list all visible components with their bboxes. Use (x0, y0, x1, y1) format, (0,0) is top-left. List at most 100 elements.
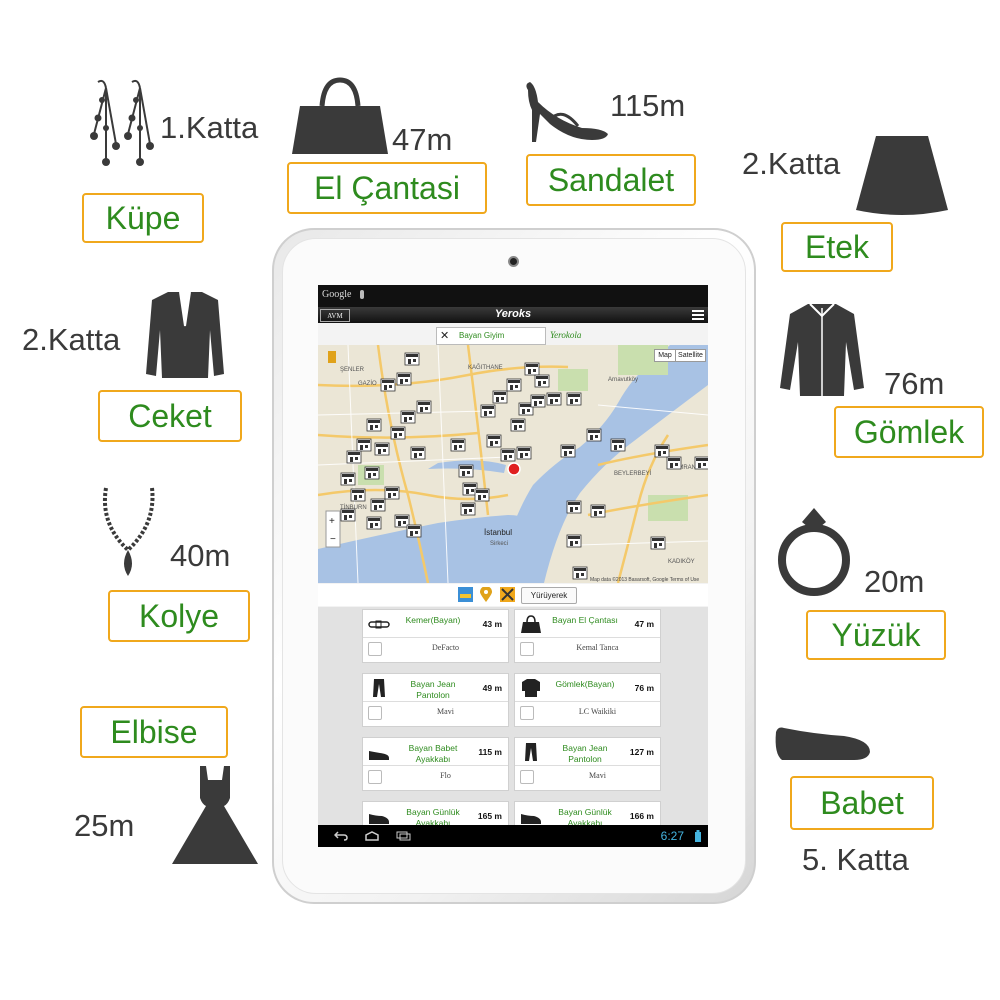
store-marker-icon[interactable] (586, 428, 602, 442)
store-marker-icon[interactable] (654, 444, 670, 458)
store-marker-icon[interactable] (400, 410, 416, 424)
result-card[interactable]: Bayan El Çantası 47 m Kemal Tanca (514, 609, 661, 663)
result-card[interactable]: Bayan Günlük Ayakkabı 166 m (514, 801, 661, 825)
store-marker-icon[interactable] (350, 488, 366, 502)
store-marker-icon[interactable] (340, 472, 356, 486)
close-icon[interactable]: ✕ (440, 330, 449, 342)
store-marker-icon[interactable] (410, 446, 426, 460)
store-marker-icon[interactable] (492, 390, 508, 404)
store-marker-icon[interactable] (380, 378, 396, 392)
store-marker-icon[interactable] (366, 516, 382, 530)
result-distance: 43 m (482, 619, 502, 629)
store-marker-icon[interactable] (370, 498, 386, 512)
result-card[interactable]: Kemer(Bayan) 43 m DeFacto (362, 609, 509, 663)
transit-icon[interactable] (458, 587, 473, 602)
back-icon[interactable] (334, 831, 348, 841)
store-marker-icon[interactable] (390, 426, 406, 440)
store-marker-icon[interactable] (566, 534, 582, 548)
store-marker-icon[interactable] (566, 500, 582, 514)
store-marker-icon[interactable] (374, 442, 390, 456)
navigate-icon[interactable] (520, 706, 534, 720)
store-marker-icon[interactable] (356, 438, 372, 452)
map-view[interactable]: ŞENLER GAZİO KAĞITHANE Arnavutköy İstanb… (318, 345, 708, 583)
walking-button[interactable]: Yürüyerek (521, 587, 577, 604)
store-marker-icon[interactable] (650, 536, 666, 550)
store-marker-icon[interactable] (450, 438, 466, 452)
store-marker-icon[interactable] (590, 504, 606, 518)
result-card[interactable]: Bayan Jean Pantolon 49 m Mavi (362, 673, 509, 727)
navigate-icon[interactable] (368, 642, 382, 656)
app-title: Yeroks (494, 308, 532, 320)
divider (515, 701, 660, 702)
handbag-icon (292, 77, 388, 154)
store-marker-icon[interactable] (404, 352, 420, 366)
store-marker-icon[interactable] (460, 502, 476, 516)
result-item-name: Gömlek(Bayan) (555, 679, 615, 689)
store-marker-icon[interactable] (416, 400, 432, 414)
divider (515, 637, 660, 638)
google-search-bar[interactable]: Google (318, 285, 708, 307)
result-item-name: Bayan El Çantası (552, 615, 618, 625)
store-marker-icon[interactable] (346, 450, 362, 464)
store-marker-icon[interactable] (340, 508, 356, 522)
map-label: Sirkeci (490, 541, 508, 547)
flat-shoe-icon (369, 751, 389, 760)
navigate-icon[interactable] (520, 642, 534, 656)
system-bar: 6:27 (318, 825, 708, 847)
result-store-name: DeFacto (431, 643, 460, 652)
result-card[interactable]: Bayan Babet Ayakkabı 115 m Flo (362, 737, 509, 791)
navigate-icon[interactable] (520, 770, 534, 784)
result-distance: 115 m (478, 747, 502, 757)
store-marker-icon[interactable] (524, 362, 540, 376)
store-marker-icon[interactable] (366, 418, 382, 432)
store-marker-icon[interactable] (694, 456, 708, 470)
store-marker-icon[interactable] (516, 446, 532, 460)
store-marker-icon[interactable] (510, 418, 526, 432)
category-filter[interactable]: ✕ Bayan Giyim (436, 327, 546, 345)
store-marker-icon[interactable] (530, 394, 546, 408)
svg-text:+: + (329, 516, 335, 527)
result-item-name: Bayan Jean Pantolon (410, 679, 456, 700)
store-marker-icon[interactable] (572, 566, 588, 580)
ceket-note: 2.Katta (22, 322, 121, 357)
store-marker-icon[interactable] (406, 524, 422, 538)
map-type-map-button[interactable]: Map (654, 349, 676, 362)
jacket-icon (146, 291, 224, 378)
store-marker-icon[interactable] (506, 378, 522, 392)
store-marker-icon[interactable] (500, 448, 516, 462)
navigate-icon[interactable] (368, 706, 382, 720)
map-type-satellite-button[interactable]: Satellite (675, 349, 706, 362)
transport-toolbar: Yürüyerek (318, 584, 708, 606)
result-card[interactable]: Bayan Jean Pantolon 127 m Mavi (514, 737, 661, 791)
menu-icon[interactable] (692, 310, 704, 320)
earrings-icon (90, 79, 154, 166)
pants-icon (525, 743, 537, 761)
home-icon[interactable] (364, 831, 380, 841)
location-pin-icon[interactable] (480, 587, 492, 602)
store-marker-icon[interactable] (364, 466, 380, 480)
navigate-icon[interactable] (368, 770, 382, 784)
store-marker-icon[interactable] (666, 456, 682, 470)
store-marker-icon[interactable] (458, 464, 474, 478)
kupe-note: 1.Katta (160, 110, 259, 145)
recent-apps-icon[interactable] (396, 831, 412, 841)
store-marker-icon[interactable] (480, 404, 496, 418)
etek-note: 2.Katta (742, 146, 841, 181)
store-marker-icon[interactable] (546, 392, 562, 406)
microphone-icon[interactable] (360, 290, 364, 299)
store-marker-icon[interactable] (610, 438, 626, 452)
store-marker-icon[interactable] (560, 444, 576, 458)
google-label: Google (322, 289, 352, 300)
store-marker-icon[interactable] (384, 486, 400, 500)
store-marker-icon[interactable] (486, 434, 502, 448)
store-marker-icon[interactable] (566, 392, 582, 406)
result-item-name: Bayan Günlük Ayakkabı (558, 807, 612, 825)
divider (363, 701, 508, 702)
store-marker-icon[interactable] (534, 374, 550, 388)
result-card[interactable]: Gömlek(Bayan) 76 m LC Waikiki (514, 673, 661, 727)
result-card[interactable]: Bayan Günlük Ayakkabı 165 m (362, 801, 509, 825)
route-icon[interactable] (500, 587, 515, 602)
babet-label: Babet (790, 776, 934, 830)
store-marker-icon[interactable] (396, 372, 412, 386)
store-marker-icon[interactable] (474, 488, 490, 502)
